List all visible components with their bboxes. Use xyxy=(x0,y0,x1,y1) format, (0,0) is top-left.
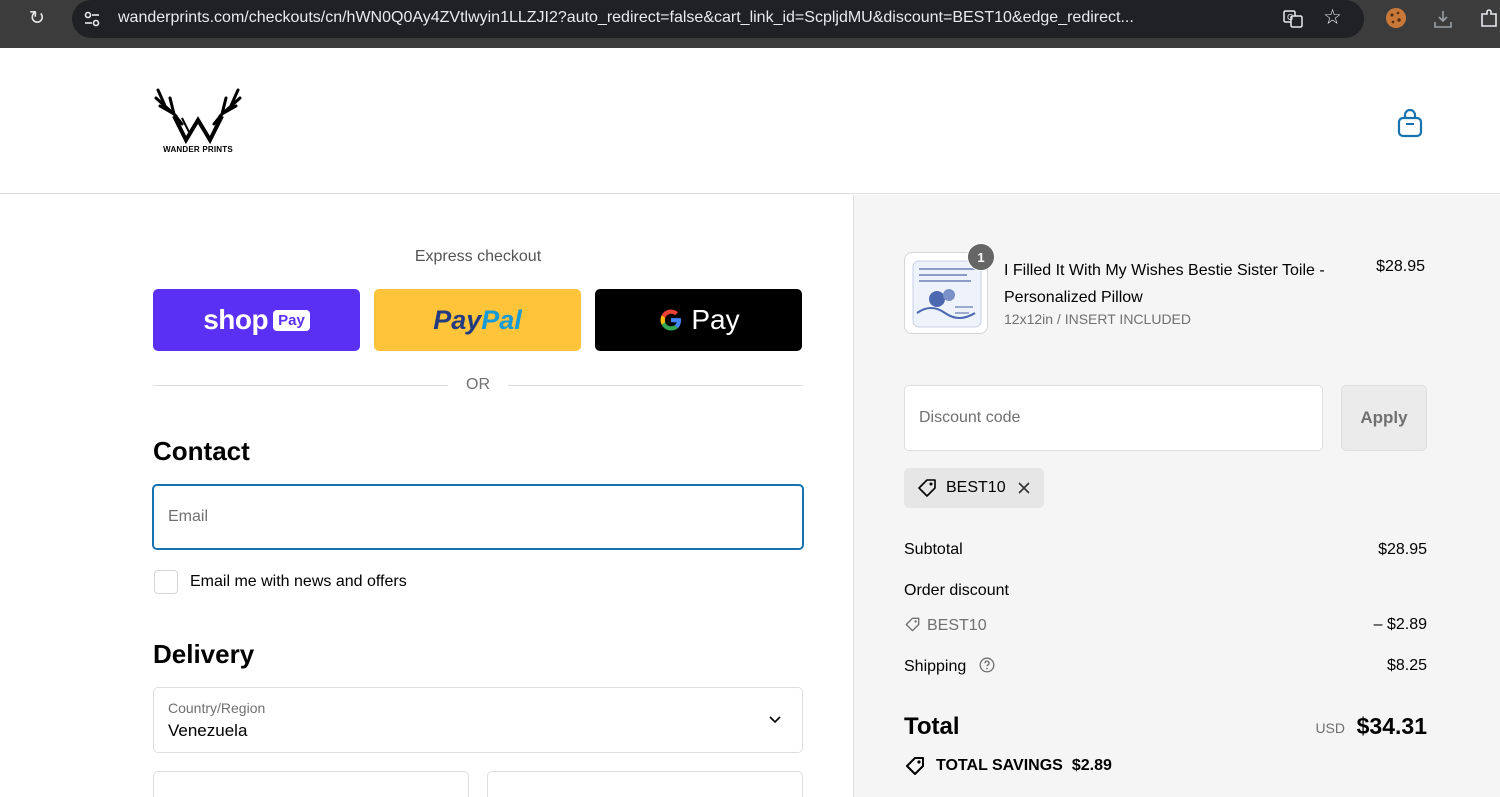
country-select[interactable]: Country/Region Venezuela xyxy=(153,687,803,753)
shipping-row: Shipping $8.25 xyxy=(904,657,1427,676)
question-circle-icon[interactable] xyxy=(979,657,995,673)
total-savings-label: TOTAL SAVINGS xyxy=(936,757,1063,774)
translate-icon[interactable]: G xyxy=(1282,8,1304,30)
shop-pay-button[interactable]: shop Pay xyxy=(153,289,360,351)
checkout-form-column: Express checkout shop Pay Pay Pal Pay OR … xyxy=(0,195,853,797)
antler-logo-icon xyxy=(154,88,242,144)
country-value: Venezuela xyxy=(168,721,248,740)
total-savings-row: TOTAL SAVINGS $2.89 xyxy=(904,755,1112,777)
remove-discount-icon[interactable] xyxy=(1016,480,1032,496)
site-info-icon[interactable] xyxy=(82,9,102,29)
shipping-label: Shipping xyxy=(904,658,967,675)
currency-code: USD xyxy=(1315,720,1345,736)
cookie-extension-icon[interactable] xyxy=(1384,6,1408,30)
applied-discount-chip: BEST10 xyxy=(904,468,1044,508)
subtotal-label: Subtotal xyxy=(904,541,963,558)
total-label: Total xyxy=(904,713,960,740)
browser-toolbar: ↻ wanderprints.com/checkouts/cn/hWN0Q0Ay… xyxy=(0,0,1500,48)
address-bar[interactable]: wanderprints.com/checkouts/cn/hWN0Q0Ay4Z… xyxy=(72,0,1364,38)
store-logo[interactable]: WANDER PRINTS xyxy=(152,84,244,158)
newsletter-label[interactable]: Email me with news and offers xyxy=(190,573,407,591)
newsletter-option[interactable]: Email me with news and offers xyxy=(154,570,407,594)
divider-line-right xyxy=(508,385,803,386)
paypal-wordmark-part2: Pal xyxy=(481,304,522,335)
reload-icon[interactable]: ↻ xyxy=(26,8,48,30)
total-amount: $34.31 xyxy=(1356,713,1427,739)
subtotal-value: $28.95 xyxy=(1378,541,1427,558)
email-input[interactable] xyxy=(152,484,804,550)
store-brand-text: WANDER PRINTS xyxy=(163,145,233,154)
store-header: WANDER PRINTS xyxy=(0,48,1500,194)
google-pay-wordmark: Pay xyxy=(691,304,740,335)
product-variant: 12x12in / INSERT INCLUDED xyxy=(1004,311,1191,327)
newsletter-checkbox[interactable] xyxy=(154,570,178,594)
applied-discount-code: BEST10 xyxy=(946,479,1006,496)
svg-text:G: G xyxy=(1287,13,1293,22)
total-row: Total USD $34.31 xyxy=(904,713,1427,743)
google-pay-button[interactable]: Pay xyxy=(595,289,802,351)
discount-code-row: BEST10 – $2.89 xyxy=(904,616,1427,635)
country-label: Country/Region xyxy=(168,700,266,716)
apply-discount-button[interactable]: Apply xyxy=(1341,385,1427,451)
total-savings-value: $2.89 xyxy=(1071,757,1112,774)
or-divider: OR xyxy=(153,375,803,395)
delivery-heading: Delivery xyxy=(153,639,255,669)
first-name-field[interactable] xyxy=(153,771,469,797)
or-text: OR xyxy=(466,376,490,393)
discount-code-label: BEST10 xyxy=(927,617,987,634)
google-g-icon xyxy=(660,309,682,331)
url-text[interactable]: wanderprints.com/checkouts/cn/hWN0Q0Ay4Z… xyxy=(118,9,1268,27)
shop-pay-pill: Pay xyxy=(273,309,310,331)
bookmark-star-icon[interactable]: ☆ xyxy=(1323,5,1342,30)
discount-code-input[interactable] xyxy=(904,385,1323,451)
express-checkout-title: Express checkout xyxy=(414,248,542,265)
paypal-wordmark-part1: Pay xyxy=(433,304,482,335)
order-discount-label: Order discount xyxy=(904,582,1009,599)
order-summary-column: 1 I Filled It With My Wishes Bestie Sist… xyxy=(853,195,1500,797)
shipping-value: $8.25 xyxy=(1386,657,1427,674)
chevron-down-icon xyxy=(769,716,781,724)
quantity-badge: 1 xyxy=(967,243,995,271)
order-discount-row: Order discount xyxy=(904,582,1427,600)
tag-icon xyxy=(905,617,920,632)
divider-line-left xyxy=(153,385,448,386)
shopping-bag-icon[interactable] xyxy=(1396,108,1424,138)
paypal-button[interactable]: Pay Pal xyxy=(374,289,581,351)
product-title: I Filled It With My Wishes Bestie Sister… xyxy=(1004,262,1325,306)
tag-icon xyxy=(918,479,936,497)
shop-pay-wordmark: shop xyxy=(203,304,269,335)
savings-tag-icon xyxy=(906,757,924,775)
subtotal-row: Subtotal $28.95 xyxy=(904,541,1427,559)
last-name-field[interactable] xyxy=(487,771,803,797)
download-icon[interactable] xyxy=(1432,8,1454,30)
extensions-puzzle-icon[interactable] xyxy=(1478,8,1500,30)
contact-heading: Contact xyxy=(153,436,250,466)
discount-value: – $2.89 xyxy=(1373,616,1427,633)
product-price: $28.95 xyxy=(1376,258,1425,275)
